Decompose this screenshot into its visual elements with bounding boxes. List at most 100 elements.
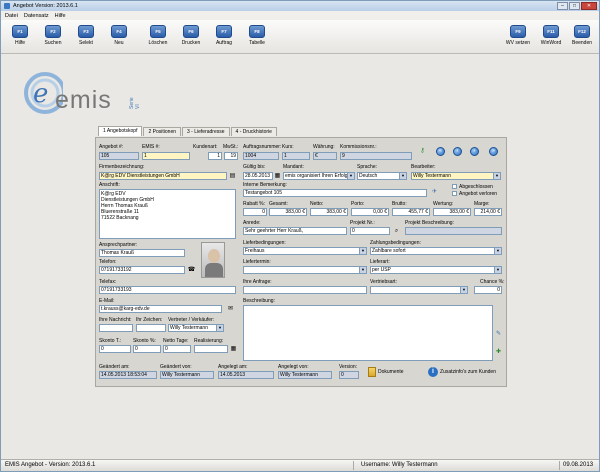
close-button[interactable]: ✕ <box>581 2 597 10</box>
suchen-button[interactable]: F2 Suchen <box>42 25 64 46</box>
realisierung-field[interactable] <box>194 345 228 353</box>
first-record-icon[interactable]: « <box>436 147 445 156</box>
send-icon[interactable]: ✈ <box>430 188 439 196</box>
edit-icon[interactable]: ✎ <box>494 330 503 338</box>
zeichen-field[interactable] <box>136 324 166 332</box>
waehrung-field[interactable]: € <box>313 152 337 160</box>
gueltig-field[interactable]: 28.05.2013 <box>243 172 273 180</box>
anschrift-textarea[interactable]: K@rg EDV Dienstleistungen GmbH Herrn Tho… <box>99 189 236 239</box>
hilfe-button[interactable]: F1 Hilfe <box>9 25 31 46</box>
next-record-icon[interactable]: › <box>470 147 479 156</box>
interne-bemerkung-field[interactable]: Testangebot 105 <box>243 189 427 197</box>
skonto-t-field[interactable]: 0 <box>99 345 131 353</box>
menu-datei[interactable]: Datei <box>5 13 18 19</box>
maximize-button[interactable]: □ <box>569 2 580 10</box>
lieferbedingungen-dropdown[interactable]: Freihaus ▼ <box>243 247 367 255</box>
neu-button[interactable]: F4 Neu <box>108 25 130 46</box>
gesamt-field[interactable]: 383,00 € <box>269 208 307 216</box>
button-label: Beenden <box>571 40 593 46</box>
delete-icon: F5 <box>150 25 166 38</box>
menu-hilfe[interactable]: Hilfe <box>55 13 66 19</box>
ansprechpartner-field[interactable]: Thomas Krauß <box>99 249 185 257</box>
bearbeiter-dropdown[interactable]: Willy Testermann ▼ <box>411 172 501 180</box>
company-card-icon[interactable]: ▤ <box>228 172 237 180</box>
mail-icon[interactable]: ✉ <box>226 305 235 313</box>
phone-icon[interactable]: ☎ <box>187 266 196 274</box>
logo-text: emis <box>55 86 112 114</box>
firmenbezeichnung-field[interactable]: K@rg EDV Dienstleistungen GmbH <box>99 172 227 180</box>
sprache-dropdown[interactable]: Deutsch ▼ <box>357 172 407 180</box>
beschreibung-textarea[interactable] <box>243 305 493 361</box>
nettotage-field[interactable]: 0 <box>163 345 191 353</box>
marge-field[interactable]: 214,00 € <box>474 208 502 216</box>
key-icon[interactable]: ⚷ <box>418 147 427 155</box>
title-bar: Angebot Version: 2013.6.1 – □ ✕ <box>1 1 599 11</box>
kurs-field[interactable]: 1 <box>282 152 310 160</box>
status-date: 09.08.2013 <box>563 462 594 468</box>
brutto-field[interactable]: 455,77 € <box>392 208 430 216</box>
vertreter-dropdown[interactable]: Willy Testermann ▼ <box>168 324 224 332</box>
kommissionsnr-field[interactable]: 9 <box>340 152 412 160</box>
netto-field[interactable]: 383,00 € <box>310 208 348 216</box>
dokumente-button[interactable]: Dokumente <box>368 364 416 380</box>
dokumente-label: Dokumente <box>378 369 404 375</box>
verloren-checkbox[interactable] <box>452 191 457 196</box>
tab-druckhistorie[interactable]: 4 - Druckhistorie <box>230 127 277 136</box>
mwst-label: MwSt.: <box>223 144 239 150</box>
telefon-field[interactable]: 07191733192 <box>99 266 185 274</box>
kundenart-field[interactable]: 1 <box>208 152 222 160</box>
mandant-dropdown[interactable]: emis organisiert Ihren Erfolg ▼ <box>283 172 355 180</box>
application-window: Angebot Version: 2013.6.1 – □ ✕ Datei Da… <box>0 0 600 472</box>
search-icon[interactable]: ⌕ <box>392 227 401 235</box>
tab-positionen[interactable]: 2 Positionen <box>143 127 182 136</box>
projektbeschreibung-field[interactable] <box>405 227 502 235</box>
menu-datensatz[interactable]: Datensatz <box>24 13 49 19</box>
auftrag-button[interactable]: F7 Auftrag <box>213 25 235 46</box>
calendar-icon[interactable]: ▦ <box>273 172 282 180</box>
anfrage-field[interactable] <box>243 286 367 294</box>
chevron-down-icon: ▼ <box>359 267 366 273</box>
angebot-field[interactable]: 105 <box>99 152 139 160</box>
winword-button[interactable]: F11 WinWord <box>540 25 562 46</box>
anrede-field[interactable]: Sehr geehrter Herr Krauß, <box>243 227 347 235</box>
zusatzinfo-button[interactable]: i Zusatzinfo's zum Kunden <box>428 364 504 380</box>
tab-angebotskopf[interactable]: 1 Angebotskopf <box>98 126 143 136</box>
calendar-icon[interactable]: ▦ <box>229 345 238 353</box>
tab-lieferadresse[interactable]: 3 - Lieferadresse <box>182 127 230 136</box>
button-label: Hilfe <box>14 40 25 46</box>
telefax-field[interactable]: 07191733193 <box>99 286 236 294</box>
abgeschlossen-checkbox[interactable] <box>452 184 457 189</box>
interne-bemerkung-label: Interne Bemerkung: <box>243 182 287 188</box>
email-field[interactable]: t.krauss@karg-edv.de <box>99 305 222 313</box>
previous-record-icon[interactable]: ‹ <box>453 147 462 156</box>
last-record-icon[interactable]: » <box>489 147 498 156</box>
drucken-button[interactable]: F6 Drucken <box>180 25 202 46</box>
wv-setzen-button[interactable]: F9 WV setzen <box>506 25 530 46</box>
beenden-button[interactable]: F12 Beenden <box>571 25 593 46</box>
status-version: EMIS Angebot - Version: 2013.6.1 <box>5 462 96 468</box>
rabatt-field[interactable]: 0 <box>243 208 267 216</box>
chevron-down-icon: ▼ <box>347 173 354 179</box>
emis-field[interactable]: 1 <box>142 152 190 160</box>
auftragsnummer-field[interactable]: 1004 <box>243 152 279 160</box>
lieferart-dropdown[interactable]: per USP ▼ <box>370 266 502 274</box>
vertriebsart-dropdown[interactable]: ▼ <box>370 286 468 294</box>
zahlungsbedingungen-dropdown[interactable]: Zahlbare sofort ▼ <box>370 247 502 255</box>
button-label: Suchen <box>44 40 62 46</box>
button-label: WinWord <box>540 40 562 46</box>
loeschen-button[interactable]: F5 Löschen <box>147 25 169 46</box>
chance-field[interactable]: 0 <box>474 286 502 294</box>
tabelle-button[interactable]: F8 Tabelle <box>246 25 268 46</box>
projektnr-field[interactable]: 0 <box>350 227 390 235</box>
add-text-icon[interactable]: ✚ <box>494 348 503 356</box>
porto-field[interactable]: 0,00 € <box>351 208 389 216</box>
zusatzinfo-label: Zusatzinfo's zum Kunden <box>440 369 496 375</box>
wertung-field[interactable]: 383,00 € <box>433 208 471 216</box>
skonto-p-field[interactable]: 0 <box>133 345 161 353</box>
minimize-button[interactable]: – <box>557 2 568 10</box>
nachricht-field[interactable] <box>99 324 133 332</box>
mwst-field[interactable]: 19 <box>224 152 238 160</box>
logo-letter: e <box>33 79 49 109</box>
liefertermin-dropdown[interactable]: ▼ <box>243 266 367 274</box>
selekt-button[interactable]: F3 Selekt <box>75 25 97 46</box>
